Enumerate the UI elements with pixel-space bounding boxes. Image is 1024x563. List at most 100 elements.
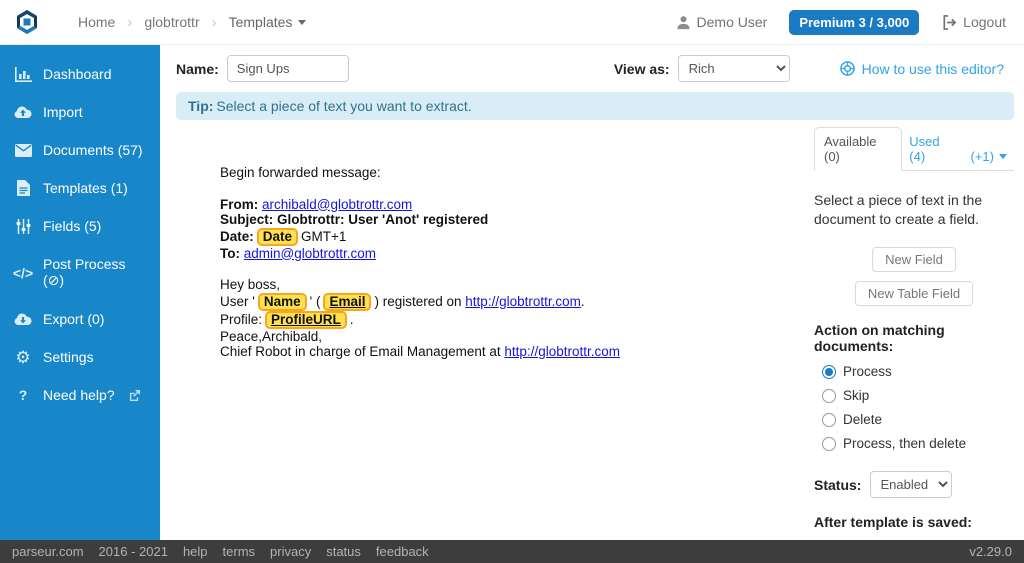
radio-icon bbox=[822, 412, 836, 427]
footer-parseur-link[interactable]: parseur.com bbox=[12, 544, 84, 559]
to-label: To: bbox=[220, 245, 240, 261]
radio-icon bbox=[822, 364, 836, 379]
doc-body-block: Hey boss, User ' Name ' (Email) registered… bbox=[220, 277, 790, 360]
plan-badge[interactable]: Premium 3 / 3,000 bbox=[789, 9, 920, 35]
tab-used[interactable]: Used (4) bbox=[902, 128, 963, 170]
user-line-text: . bbox=[580, 293, 585, 309]
radio-label: Delete bbox=[843, 412, 883, 427]
file-icon bbox=[14, 180, 32, 196]
template-name-input[interactable] bbox=[226, 55, 349, 82]
radio-label: Process, then delete bbox=[843, 436, 967, 451]
breadcrumb: Home › globtrottr › Templates bbox=[78, 13, 307, 31]
main-content: Name: View as: Rich How to use this edit… bbox=[160, 45, 1024, 540]
breadcrumb-separator: › bbox=[211, 13, 217, 31]
sidebar-label: Fields (5) bbox=[43, 218, 102, 234]
sidebar-item-dashboard[interactable]: Dashboard bbox=[0, 55, 160, 93]
cloud-download-icon bbox=[14, 311, 32, 327]
closing-text: Chief Robot in charge of Email Managemen… bbox=[220, 344, 501, 359]
parseur-logo[interactable] bbox=[12, 7, 42, 37]
field-chip-profileurl[interactable]: ProfileURL bbox=[265, 310, 347, 329]
sidebar-label: Dashboard bbox=[43, 66, 112, 82]
view-as-label: View as: bbox=[613, 60, 670, 77]
doc-header-block: From: archibald@globtrottr.com Subject: … bbox=[220, 197, 790, 262]
new-table-field-button[interactable]: New Table Field bbox=[854, 281, 974, 306]
sidebar-item-need-help[interactable]: ? Need help? bbox=[0, 376, 160, 414]
status-label: Status: bbox=[814, 476, 862, 493]
sidebar-item-fields[interactable]: Fields (5) bbox=[0, 207, 160, 245]
new-field-button[interactable]: New Field bbox=[872, 247, 956, 272]
breadcrumb-templates-dropdown[interactable]: Templates bbox=[229, 14, 307, 30]
doc-intro-line: Begin forwarded message: bbox=[220, 165, 381, 180]
external-link-icon bbox=[129, 389, 140, 401]
tab-more-label: (+1) bbox=[970, 149, 994, 164]
footer-terms-link[interactable]: terms bbox=[223, 544, 256, 559]
footer-status-link[interactable]: status bbox=[326, 544, 361, 559]
breadcrumb-home[interactable]: Home bbox=[78, 14, 115, 30]
footer-privacy-link[interactable]: privacy bbox=[270, 544, 311, 559]
radio-skip[interactable]: Skip bbox=[814, 386, 1014, 405]
sidebar-item-export[interactable]: Export (0) bbox=[0, 300, 160, 338]
user-line-text: ' ( bbox=[309, 293, 321, 309]
panel-hint-text: Select a piece of text in the document t… bbox=[814, 192, 983, 227]
radio-label: Process bbox=[843, 364, 892, 379]
fields-tabs: Available (0) Used (4) (+1) bbox=[814, 127, 1014, 171]
fields-panel: Available (0) Used (4) (+1) Select a pie… bbox=[814, 127, 1014, 540]
from-label: From: bbox=[220, 196, 259, 212]
user-menu[interactable]: Demo User bbox=[676, 14, 768, 30]
sidebar-item-import[interactable]: Import bbox=[0, 93, 160, 131]
to-address-link[interactable]: admin@globtrottr.com bbox=[244, 246, 376, 261]
footer-feedback-link[interactable]: feedback bbox=[376, 544, 429, 559]
parseur-logo-icon bbox=[17, 10, 37, 34]
app-version: v2.29.0 bbox=[969, 544, 1012, 559]
field-chip-name[interactable]: Name bbox=[257, 292, 307, 311]
user-name: Demo User bbox=[696, 14, 768, 30]
question-icon: ? bbox=[18, 387, 28, 403]
bar-chart-icon bbox=[14, 66, 32, 82]
document-preview: Begin forwarded message: From: archibald… bbox=[160, 120, 814, 376]
tip-label: Tip: bbox=[188, 98, 214, 114]
sliders-icon bbox=[14, 218, 32, 234]
sidebar-label: Import bbox=[43, 104, 83, 120]
profile-label: Profile: bbox=[220, 311, 263, 327]
top-navbar: Home › globtrottr › Templates Demo User … bbox=[0, 0, 1024, 45]
logout-button[interactable]: Logout bbox=[941, 14, 1006, 30]
field-chip-email[interactable]: Email bbox=[323, 292, 372, 311]
editor-help-link[interactable]: How to use this editor? bbox=[839, 60, 1004, 77]
status-select[interactable]: Enabled bbox=[870, 471, 953, 498]
field-chip-date[interactable]: Date bbox=[256, 227, 299, 246]
user-icon bbox=[676, 15, 690, 29]
footer-help-link[interactable]: help bbox=[183, 544, 208, 559]
sidebar-label: Export (0) bbox=[43, 311, 105, 327]
radio-process-then-delete[interactable]: Process, then delete bbox=[814, 434, 1014, 453]
sidebar-item-documents[interactable]: Documents (57) bbox=[0, 131, 160, 169]
chevron-down-icon bbox=[999, 154, 1007, 159]
editor-help-label: How to use this editor? bbox=[861, 60, 1004, 77]
view-as-select[interactable]: Rich bbox=[677, 55, 790, 82]
tab-more-dropdown[interactable]: (+1) bbox=[964, 143, 1014, 170]
sidebar-item-templates[interactable]: Templates (1) bbox=[0, 169, 160, 207]
closing-link[interactable]: http://globtrottr.com bbox=[504, 344, 620, 359]
sidebar-label: Documents (57) bbox=[43, 142, 143, 158]
user-line-text: ) registered on bbox=[374, 293, 462, 309]
page-footer: parseur.com 2016 - 2021 help terms priva… bbox=[0, 540, 1024, 563]
gear-icon: ⚙ bbox=[15, 347, 31, 367]
tab-available[interactable]: Available (0) bbox=[814, 127, 903, 171]
sidebar-item-post-process[interactable]: </> Post Process (⊘) bbox=[0, 245, 160, 300]
name-label: Name: bbox=[176, 60, 219, 77]
radio-label: Skip bbox=[843, 388, 870, 403]
chevron-down-icon bbox=[298, 19, 307, 25]
date-suffix: GMT+1 bbox=[301, 228, 347, 244]
radio-delete[interactable]: Delete bbox=[814, 410, 1014, 429]
sidebar-label: Need help? bbox=[43, 387, 115, 403]
radio-process[interactable]: Process bbox=[814, 362, 1014, 381]
from-address-link[interactable]: archibald@globtrottr.com bbox=[262, 197, 412, 212]
breadcrumb-mailbox[interactable]: globtrottr bbox=[144, 14, 199, 30]
code-icon: </> bbox=[12, 264, 34, 281]
subject-line: Subject: Globtrottr: User 'Anot' registe… bbox=[220, 212, 489, 227]
sidebar-label: Settings bbox=[43, 349, 94, 365]
site-link[interactable]: http://globtrottr.com bbox=[465, 294, 581, 309]
breadcrumb-separator: › bbox=[127, 13, 133, 31]
sidebar-item-settings[interactable]: ⚙ Settings bbox=[0, 338, 160, 376]
envelope-icon bbox=[14, 142, 32, 158]
sidebar-label: Post Process (⊘) bbox=[43, 256, 126, 288]
